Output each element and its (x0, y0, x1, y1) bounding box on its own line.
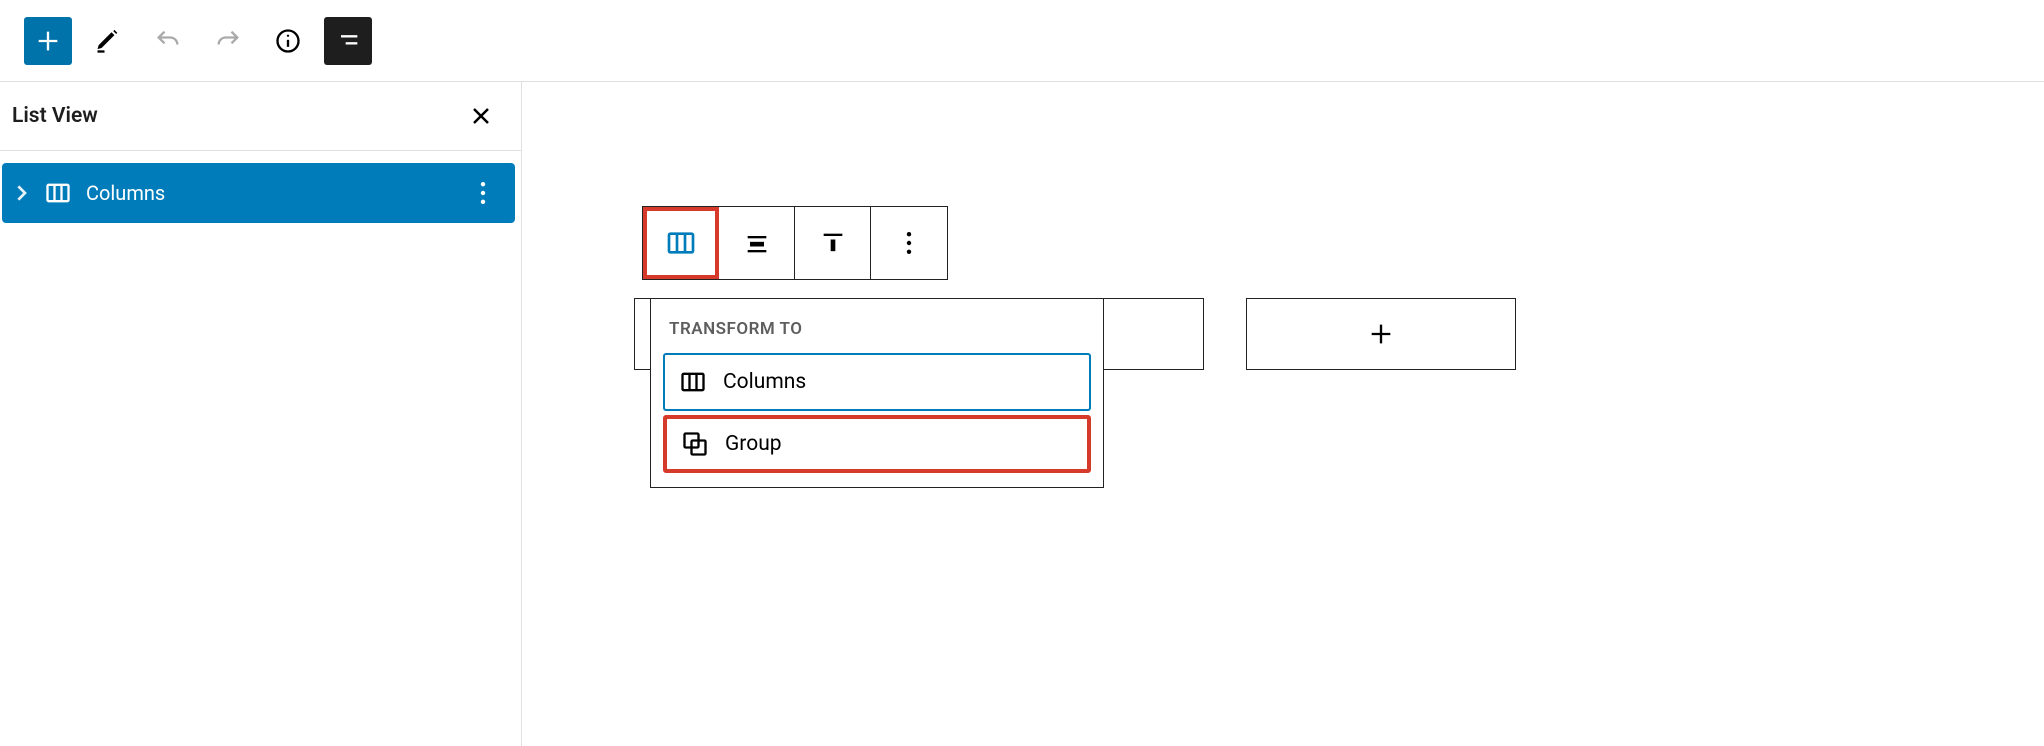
editor-workspace: List View Columns (0, 82, 2044, 746)
plus-icon (1367, 320, 1395, 348)
list-view-icon (334, 27, 362, 55)
transform-option-group[interactable]: Group (663, 415, 1091, 473)
close-list-view-button[interactable] (465, 100, 497, 132)
pencil-icon (94, 27, 122, 55)
editor-top-toolbar (0, 0, 2044, 82)
align-center-icon (743, 229, 771, 257)
list-view-item-label: Columns (86, 181, 165, 205)
edit-tool-button[interactable] (84, 17, 132, 65)
block-toolbar (642, 206, 948, 280)
list-view-item-columns[interactable]: Columns (2, 163, 515, 223)
chevron-right-icon (15, 185, 27, 201)
columns-block-icon (44, 179, 72, 207)
block-switcher-button[interactable] (643, 207, 719, 279)
transform-heading: TRANSFORM TO (663, 319, 1091, 339)
info-icon (274, 27, 302, 55)
transform-option-label: Columns (723, 370, 806, 394)
more-vertical-icon (480, 182, 486, 204)
list-view-panel: List View Columns (0, 82, 522, 746)
add-column-button[interactable] (1246, 298, 1516, 370)
block-options-button[interactable] (871, 207, 947, 279)
list-view-header: List View (0, 82, 521, 151)
undo-button[interactable] (144, 17, 192, 65)
transform-option-label: Group (725, 432, 782, 456)
columns-icon (665, 227, 697, 259)
redo-icon (214, 27, 242, 55)
vertical-alignment-button[interactable] (795, 207, 871, 279)
transform-to-popover: TRANSFORM TO Columns Group (650, 298, 1104, 488)
columns-icon (44, 179, 72, 207)
vertical-align-top-icon (819, 229, 847, 257)
editor-canvas: TRANSFORM TO Columns Group (522, 82, 2044, 746)
close-icon (469, 104, 493, 128)
add-block-button[interactable] (24, 17, 72, 65)
undo-icon (154, 27, 182, 55)
columns-icon (679, 368, 707, 396)
more-vertical-icon (906, 232, 912, 254)
group-icon (681, 430, 709, 458)
list-view-title: List View (12, 104, 98, 128)
plus-icon (34, 27, 62, 55)
list-view-toggle-button[interactable] (324, 17, 372, 65)
change-alignment-button[interactable] (719, 207, 795, 279)
transform-option-columns[interactable]: Columns (663, 353, 1091, 411)
list-view-item-options-button[interactable] (469, 182, 497, 204)
redo-button[interactable] (204, 17, 252, 65)
document-info-button[interactable] (264, 17, 312, 65)
expand-caret[interactable] (12, 185, 30, 201)
